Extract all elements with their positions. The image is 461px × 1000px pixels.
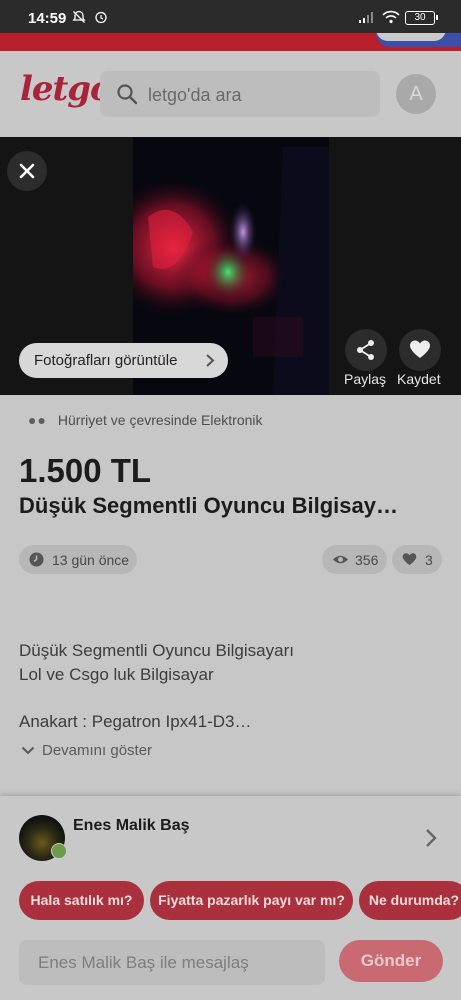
bell-off-icon: [72, 10, 86, 23]
location-text: Hürriyet ve çevresinde Elektronik: [57, 412, 263, 428]
contact-panel: Enes Malik Baş Hala satılık mı? Fiyatta …: [0, 796, 461, 1000]
battery-icon: 30: [405, 11, 438, 25]
quick-reply-button[interactable]: Hala satılık mı?: [19, 881, 144, 920]
listing-title: Düşük Segmentli Oyuncu Bilgisay…: [19, 493, 398, 518]
show-more-label: Devamını göster: [42, 742, 153, 759]
quick-reply-button[interactable]: Ne durumda?: [359, 881, 461, 920]
app-header: letgo letgo'da ara A: [0, 51, 461, 137]
user-avatar[interactable]: A: [396, 74, 436, 114]
heart-icon: [410, 340, 430, 358]
message-input[interactable]: [19, 940, 325, 985]
likes-badge: 3: [392, 545, 442, 574]
status-time: 14:59: [28, 10, 67, 27]
seller-name[interactable]: Enes Malik Baş: [73, 817, 190, 835]
likes-count: 3: [425, 552, 433, 568]
alarm-icon: [95, 11, 107, 24]
search-placeholder: letgo'da ara: [148, 85, 242, 105]
views-count: 356: [355, 552, 379, 568]
description-line: Düşük Segmentli Oyuncu Bilgisayarı: [19, 641, 294, 660]
share-icon: [357, 340, 374, 360]
listing-photo-area[interactable]: Fotoğrafları görüntüle Paylaş Kaydet: [0, 137, 461, 395]
chevron-down-icon: [21, 746, 35, 755]
share-button[interactable]: [345, 329, 387, 371]
more-dots-icon: ●●: [28, 412, 47, 428]
search-bar[interactable]: letgo'da ara: [100, 71, 380, 117]
send-button[interactable]: Gönder: [339, 940, 443, 982]
share-label[interactable]: Paylaş: [344, 371, 386, 387]
view-photos-button[interactable]: Fotoğrafları görüntüle: [19, 343, 228, 378]
views-badge: 356: [322, 545, 387, 574]
save-label[interactable]: Kaydet: [397, 371, 441, 387]
close-icon: [19, 163, 35, 179]
save-button[interactable]: [399, 329, 441, 371]
verified-check-icon: [51, 843, 67, 859]
status-bar: 14:59 30: [0, 0, 461, 33]
letgo-logo[interactable]: letgo: [20, 69, 113, 109]
view-photos-label: Fotoğrafları görüntüle: [34, 352, 178, 369]
top-banner-strip: [0, 33, 461, 51]
posted-date-text: 13 gün önce: [52, 552, 130, 568]
listing-location: ●● Hürriyet ve çevresinde Elektronik: [28, 412, 263, 428]
clock-icon: [29, 552, 44, 567]
listing-price: 1.500 TL: [19, 452, 152, 489]
chevron-right-icon: [206, 354, 215, 367]
description-line: Anakart : Pegatron Ipx41-D3…: [19, 712, 252, 731]
heart-small-icon: [402, 553, 417, 566]
close-button[interactable]: [7, 151, 47, 191]
search-icon: [117, 84, 138, 105]
posted-date-badge: 13 gün önce: [19, 545, 137, 574]
chevron-right-icon[interactable]: [425, 828, 437, 848]
description-line: Lol ve Csgo luk Bilgisayar: [19, 665, 214, 684]
eye-icon: [333, 555, 348, 564]
battery-level: 30: [414, 12, 426, 23]
quick-reply-button[interactable]: Fiyatta pazarlık payı var mı?: [150, 881, 353, 920]
signal-icon: [359, 12, 373, 23]
wifi-icon: [382, 10, 400, 24]
seller-avatar[interactable]: [19, 815, 67, 861]
